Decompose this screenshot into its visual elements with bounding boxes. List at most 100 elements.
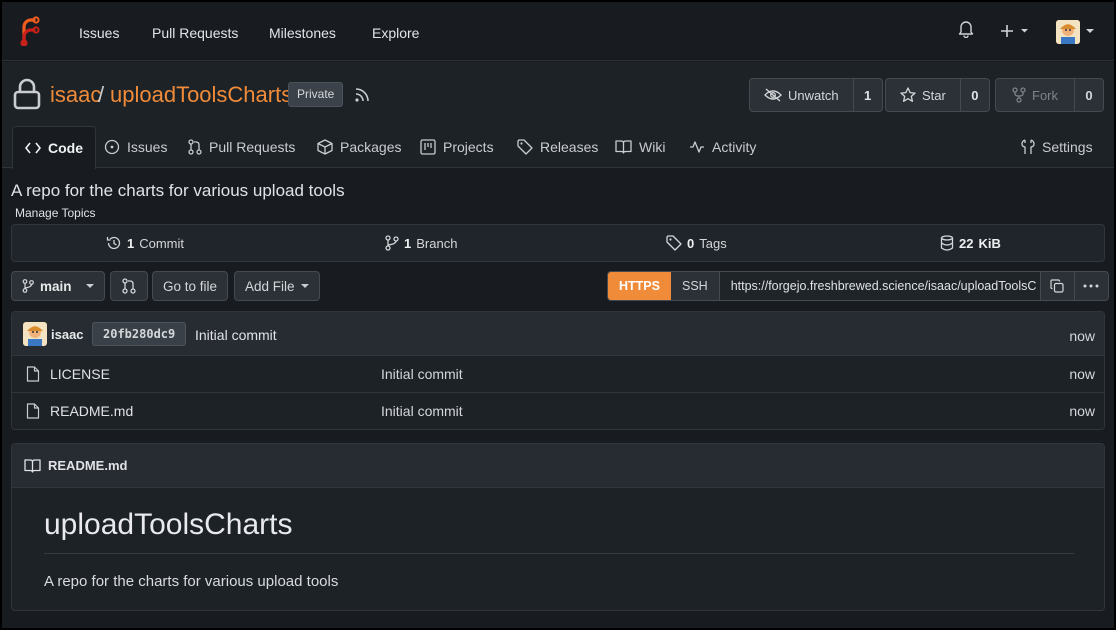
nav-issues[interactable]: Issues [79, 25, 119, 41]
package-icon [317, 139, 333, 155]
more-options-button[interactable] [1073, 272, 1108, 300]
readme-filename[interactable]: README.md [48, 458, 127, 473]
tags-stat[interactable]: 0 Tags [666, 235, 727, 251]
clone-https-button[interactable]: HTTPS [608, 272, 671, 300]
watch-button-group: Unwatch 1 [749, 78, 883, 112]
user-avatar[interactable] [1056, 20, 1080, 44]
tab-projects-label: Projects [443, 139, 494, 155]
tab-packages[interactable]: Packages [317, 126, 401, 168]
clone-url-input[interactable]: https://forgejo.freshbrewed.science/isaa… [719, 272, 1040, 300]
tab-projects[interactable]: Projects [420, 126, 494, 168]
pull-request-icon [188, 139, 202, 155]
eye-slash-icon [764, 88, 782, 102]
bell-icon[interactable] [958, 20, 974, 38]
tab-wiki[interactable]: Wiki [615, 126, 665, 168]
tag-icon [517, 139, 533, 155]
commits-stat[interactable]: 1 Commit [106, 235, 184, 251]
commit-message[interactable]: Initial commit [195, 327, 277, 343]
star-button[interactable]: Star [886, 79, 961, 111]
readme-panel: README.md uploadToolsCharts A repo for t… [11, 443, 1105, 611]
tab-releases-label: Releases [540, 139, 599, 155]
tab-settings-label: Settings [1042, 139, 1093, 155]
author-avatar[interactable] [23, 322, 47, 346]
branches-count: 1 [404, 235, 412, 251]
file-name[interactable]: LICENSE [50, 366, 110, 382]
pull-request-icon [122, 278, 136, 294]
tab-releases[interactable]: Releases [517, 126, 598, 168]
add-file-label: Add File [245, 278, 295, 294]
database-icon [940, 235, 954, 251]
top-navbar: Issues Pull Requests Milestones Explore [2, 2, 1114, 61]
go-to-file-button[interactable]: Go to file [152, 271, 229, 301]
tools-icon [1021, 139, 1035, 154]
repo-tabs: Code Issues Pull Requests Packages Proje… [2, 126, 1114, 169]
file-table: isaac 20fb280dc9 Initial commit now LICE… [11, 311, 1105, 430]
nav-explore[interactable]: Explore [372, 25, 419, 41]
add-file-dropdown[interactable]: Add File [234, 271, 320, 301]
tab-pull-requests[interactable]: Pull Requests [188, 126, 295, 168]
tab-issues[interactable]: Issues [104, 126, 167, 168]
clone-panel: HTTPS SSH https://forgejo.freshbrewed.sc… [607, 271, 1109, 301]
unwatch-label: Unwatch [788, 87, 839, 103]
tab-pull-requests-label: Pull Requests [209, 139, 296, 155]
size-unit: KiB [978, 235, 1001, 251]
book-icon [615, 140, 632, 154]
size-stat: 22 KiB [940, 235, 1001, 251]
rss-feed-icon[interactable] [354, 87, 370, 103]
lock-icon [13, 78, 41, 110]
manage-topics-link[interactable]: Manage Topics [15, 206, 96, 220]
file-row[interactable]: README.md Initial commit now [12, 393, 1104, 429]
readme-header: README.md [12, 444, 1104, 488]
private-badge: Private [288, 82, 344, 107]
file-age: now [1069, 366, 1095, 382]
star-button-group: Star 0 [885, 78, 990, 112]
stars-count[interactable]: 0 [961, 79, 989, 111]
create-menu-plus-icon[interactable] [1000, 24, 1030, 38]
tab-issues-label: Issues [127, 139, 168, 155]
repo-name-link[interactable]: uploadToolsCharts [110, 82, 292, 108]
tab-activity[interactable]: Activity [689, 126, 756, 168]
repo-owner-link[interactable]: isaac [50, 82, 101, 108]
commit-sha[interactable]: 20fb280dc9 [92, 322, 187, 346]
readme-divider [44, 553, 1074, 554]
forgejo-logo[interactable] [16, 16, 40, 46]
code-icon [25, 142, 41, 154]
file-icon [26, 403, 40, 419]
commit-age: now [1069, 328, 1095, 344]
branch-selector[interactable]: main [11, 271, 105, 301]
nav-pull-requests[interactable]: Pull Requests [152, 25, 238, 41]
readme-heading: uploadToolsCharts [44, 508, 293, 541]
tab-settings[interactable]: Settings [1021, 126, 1093, 168]
fork-button[interactable]: Fork [996, 79, 1075, 111]
branch-icon [385, 235, 399, 251]
clone-ssh-button[interactable]: SSH [671, 272, 720, 300]
file-name[interactable]: README.md [50, 403, 133, 419]
issue-icon [104, 139, 120, 155]
unwatch-button[interactable]: Unwatch [750, 79, 854, 111]
tags-count: 0 [687, 235, 695, 251]
fork-button-group: Fork 0 [995, 78, 1104, 112]
star-label: Star [922, 87, 946, 103]
compare-button[interactable] [110, 271, 148, 301]
copy-url-button[interactable] [1039, 272, 1074, 300]
repo-path-separator: / [98, 82, 105, 107]
chevron-down-icon[interactable] [1086, 29, 1094, 34]
book-icon [24, 458, 41, 473]
star-icon [900, 87, 916, 102]
nav-milestones[interactable]: Milestones [269, 25, 336, 41]
branches-stat[interactable]: 1 Branch [385, 235, 457, 251]
tag-icon [666, 235, 682, 251]
file-commit-message[interactable]: Initial commit [381, 366, 463, 382]
readme-body: A repo for the charts for various upload… [44, 573, 339, 590]
branches-label: Branch [416, 235, 458, 251]
watchers-count[interactable]: 1 [854, 79, 882, 111]
tab-code[interactable]: Code [12, 126, 96, 169]
file-row[interactable]: LICENSE Initial commit now [12, 356, 1104, 393]
tab-code-label: Code [48, 140, 83, 156]
forks-count[interactable]: 0 [1075, 79, 1103, 111]
repo-header: isaac / uploadToolsCharts Private Unwatc… [2, 62, 1114, 126]
commit-author[interactable]: isaac [51, 327, 84, 342]
file-commit-message[interactable]: Initial commit [381, 403, 463, 419]
tab-activity-label: Activity [712, 139, 757, 155]
fork-label: Fork [1032, 87, 1058, 103]
